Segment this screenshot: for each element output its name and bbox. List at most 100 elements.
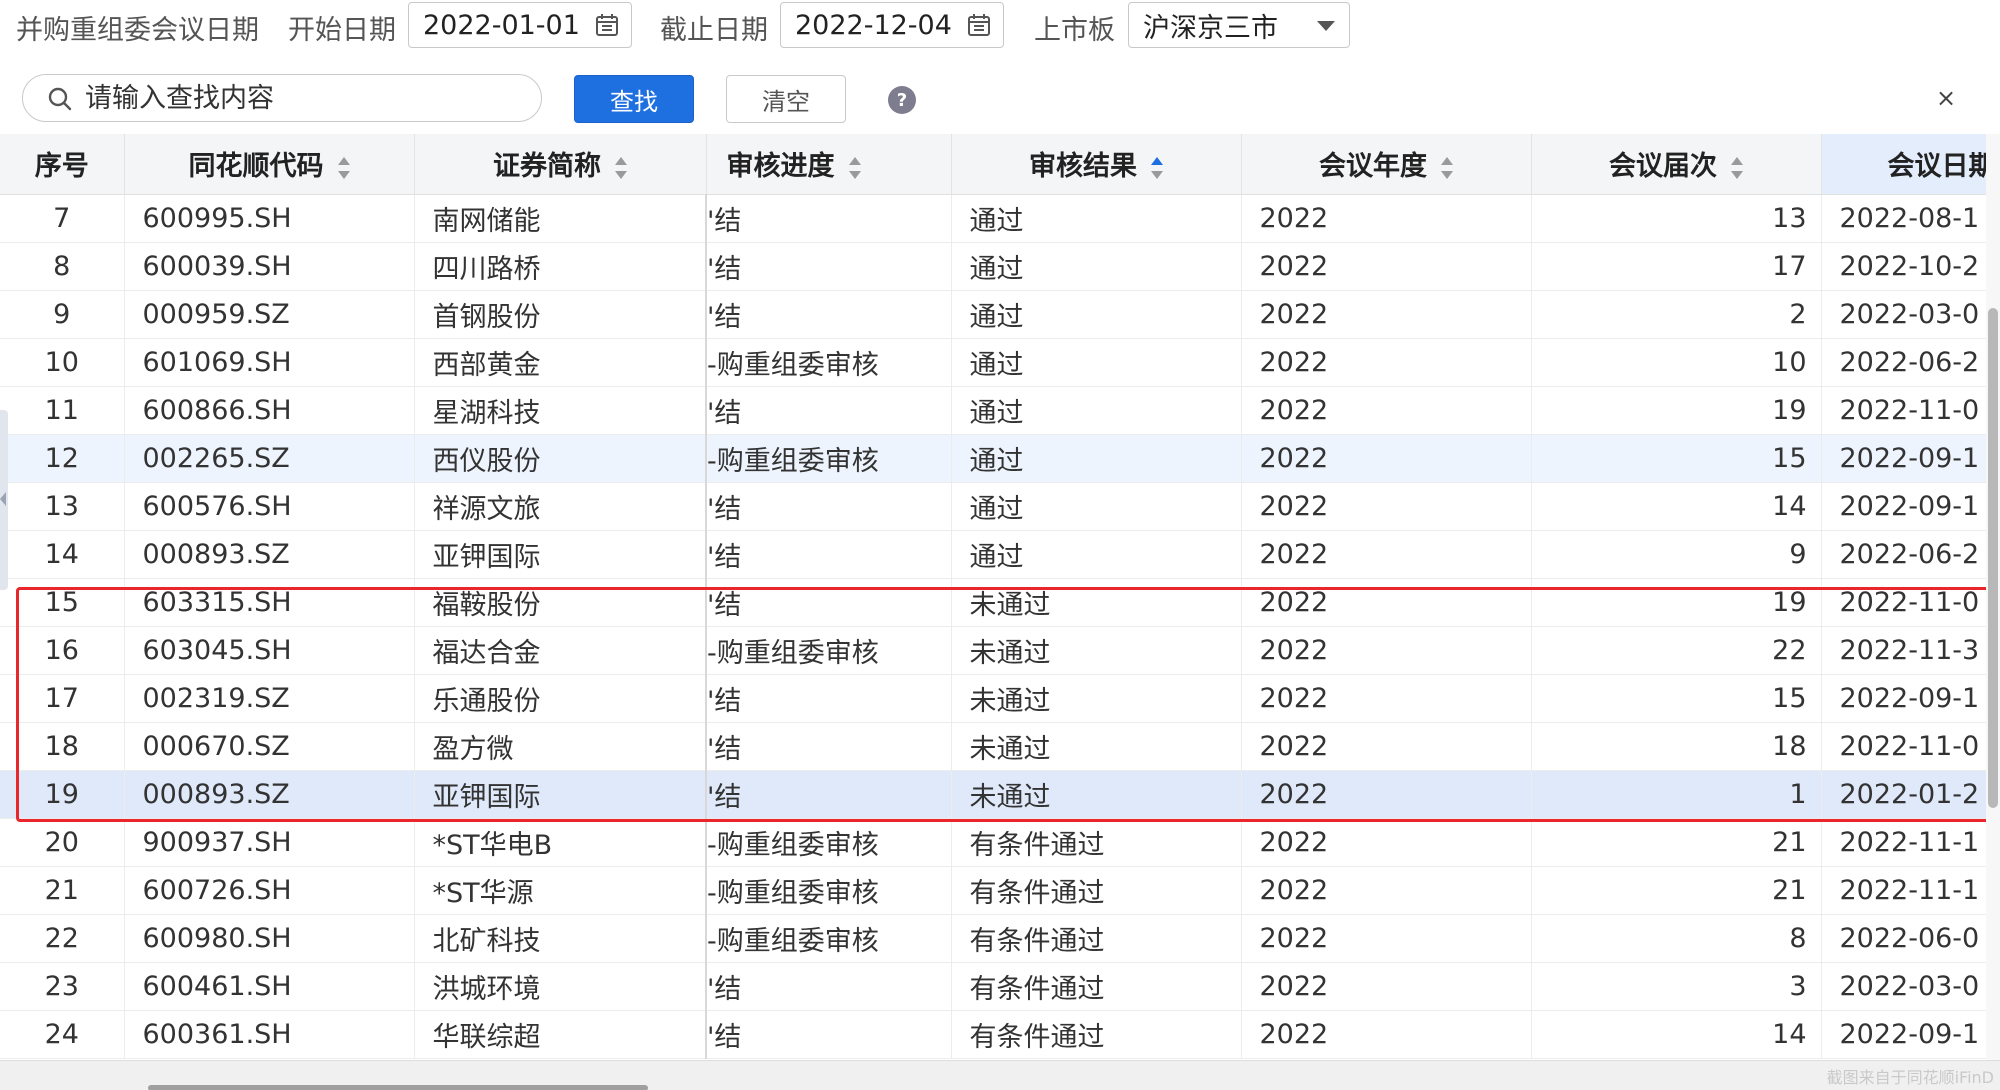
cell-result: 通过 <box>951 434 1242 483</box>
cell-year: 2022 <box>1241 914 1532 963</box>
cell-result: 未通过 <box>951 626 1242 675</box>
close-icon[interactable]: × <box>1936 84 1956 112</box>
cell-result: 通过 <box>951 242 1242 291</box>
cell-date: 2022-06-2 <box>1821 530 1986 579</box>
cell-name: 南网储能 <box>414 194 707 243</box>
table-row[interactable]: 9 000959.SZ 首钢股份 '结 通过 2022 2 2022-03-0 <box>0 290 1986 339</box>
cell-date: 2022-09-1 <box>1821 674 1986 723</box>
col-header-label: 同花顺代码 <box>188 151 324 183</box>
horizontal-scrollbar[interactable] <box>0 1060 2000 1090</box>
table-row[interactable]: 20 900937.SH *ST华电B -购重组委审核 有条件通过 2022 2… <box>0 818 1986 867</box>
col-header-label: 审核结果 <box>1029 151 1137 183</box>
side-panel-toggle[interactable] <box>0 410 8 590</box>
cell-code: 600995.SH <box>124 194 415 243</box>
cell-code: 002265.SZ <box>124 434 415 483</box>
table-row[interactable]: 15 603315.SH 福鞍股份 '结 未通过 2022 19 2022-11… <box>0 578 1986 627</box>
sort-icon[interactable] <box>615 156 627 179</box>
col-header-date[interactable]: 会议日期 <box>1821 134 1986 195</box>
sort-icon[interactable] <box>1441 156 1453 179</box>
table-row[interactable]: 21 600726.SH *ST华源 -购重组委审核 有条件通过 2022 21… <box>0 866 1986 915</box>
sort-icon[interactable] <box>337 156 350 179</box>
col-header-label: 审核进度 <box>726 151 835 183</box>
table-row[interactable]: 13 600576.SH 祥源文旅 '结 通过 2022 14 2022-09-… <box>0 482 1986 531</box>
cell-result: 有条件通过 <box>951 962 1242 1011</box>
cell-code: 000893.SZ <box>124 770 415 819</box>
cell-session: 22 <box>1531 626 1822 675</box>
cell-date: 2022-10-2 <box>1821 242 1986 291</box>
cell-date: 2022-11-0 <box>1821 386 1986 435</box>
cell-name: 洪城环境 <box>414 962 707 1011</box>
search-box[interactable] <box>22 74 542 122</box>
scrollbar-thumb[interactable] <box>148 1085 648 1090</box>
sort-asc-icon[interactable] <box>1151 156 1163 179</box>
clear-button[interactable]: 清空 <box>726 75 846 123</box>
cell-progress: '结 <box>705 770 952 819</box>
table-row[interactable]: 17 002319.SZ 乐通股份 '结 未通过 2022 15 2022-09… <box>0 674 1986 723</box>
col-header-index[interactable]: 序号 <box>0 134 125 195</box>
cell-progress: '结 <box>705 386 952 435</box>
cell-date: 2022-09-1 <box>1821 434 1986 483</box>
cell-session: 14 <box>1531 482 1822 531</box>
cell-name: 星湖科技 <box>414 386 707 435</box>
calendar-icon[interactable] <box>967 13 991 37</box>
cell-result: 通过 <box>951 338 1242 387</box>
table-row[interactable]: 16 603045.SH 福达合金 -购重组委审核 未通过 2022 22 20… <box>0 626 1986 675</box>
cell-code: 600980.SH <box>124 914 415 963</box>
cell-index: 18 <box>0 722 125 771</box>
end-date-field[interactable]: 2022-12-04 <box>780 2 1004 48</box>
cell-date: 2022-03-0 <box>1821 290 1986 339</box>
col-header-year[interactable]: 会议年度 <box>1241 134 1532 195</box>
cell-date: 2022-11-0 <box>1821 722 1986 771</box>
cell-code: 603045.SH <box>124 626 415 675</box>
cell-year: 2022 <box>1241 482 1532 531</box>
col-header-progress[interactable]: 审核进度 <box>706 134 952 195</box>
data-grid: 序号 同花顺代码 证券简称 审核进度 审核结果 会议年度 会议届次 会议日期 7… <box>0 134 1986 1060</box>
start-date-field[interactable]: 2022-01-01 <box>408 2 632 48</box>
table-row-selected[interactable]: 19 000893.SZ 亚钾国际 '结 未通过 2022 1 2022-01-… <box>0 770 1986 819</box>
market-select[interactable]: 沪深京三市 <box>1128 2 1350 48</box>
cell-index: 10 <box>0 338 125 387</box>
cell-result: 未通过 <box>951 578 1242 627</box>
table-row-selected[interactable]: 12 002265.SZ 西仪股份 -购重组委审核 通过 2022 15 202… <box>0 434 1986 483</box>
cell-year: 2022 <box>1241 434 1532 483</box>
cell-year: 2022 <box>1241 962 1532 1011</box>
col-header-result[interactable]: 审核结果 <box>951 134 1242 195</box>
cell-year: 2022 <box>1241 578 1532 627</box>
cell-year: 2022 <box>1241 338 1532 387</box>
table-row[interactable]: 8 600039.SH 四川路桥 '结 通过 2022 17 2022-10-2 <box>0 242 1986 291</box>
cell-name: 亚钾国际 <box>414 770 707 819</box>
col-header-code[interactable]: 同花顺代码 <box>124 134 415 195</box>
table-row[interactable]: 18 000670.SZ 盈方微 '结 未通过 2022 18 2022-11-… <box>0 722 1986 771</box>
table-row[interactable]: 7 600995.SH 南网储能 '结 通过 2022 13 2022-08-1 <box>0 194 1986 243</box>
cell-index: 17 <box>0 674 125 723</box>
cell-name: 盈方微 <box>414 722 707 771</box>
filter-bar: 并购重组委会议日期 开始日期 2022-01-01 截止日期 2022-12-0… <box>0 0 2000 52</box>
sort-icon[interactable] <box>848 156 861 179</box>
cell-session: 14 <box>1531 1010 1822 1059</box>
table-row[interactable]: 14 000893.SZ 亚钾国际 '结 通过 2022 9 2022-06-2 <box>0 530 1986 579</box>
vertical-scrollbar[interactable] <box>1986 134 2000 1060</box>
table-row[interactable]: 22 600980.SH 北矿科技 -购重组委审核 有条件通过 2022 8 2… <box>0 914 1986 963</box>
search-input[interactable] <box>85 81 525 115</box>
calendar-icon[interactable] <box>595 13 619 37</box>
col-header-session[interactable]: 会议届次 <box>1531 134 1822 195</box>
cell-year: 2022 <box>1241 1010 1532 1059</box>
cell-progress: '结 <box>705 1010 952 1059</box>
table-row[interactable]: 10 601069.SH 西部黄金 -购重组委审核 通过 2022 10 202… <box>0 338 1986 387</box>
help-icon[interactable]: ? <box>888 86 916 114</box>
cell-code: 600461.SH <box>124 962 415 1011</box>
table-row[interactable]: 24 600361.SH 华联综超 '结 有条件通过 2022 14 2022-… <box>0 1010 1986 1059</box>
cell-session: 18 <box>1531 722 1822 771</box>
table-row[interactable]: 11 600866.SH 星湖科技 '结 通过 2022 19 2022-11-… <box>0 386 1986 435</box>
cell-code: 600866.SH <box>124 386 415 435</box>
scrollbar-thumb[interactable] <box>1988 308 1998 808</box>
search-button[interactable]: 查找 <box>574 75 694 123</box>
cell-result: 未通过 <box>951 674 1242 723</box>
sort-icon[interactable] <box>1731 156 1743 179</box>
table-row[interactable]: 23 600461.SH 洪城环境 '结 有条件通过 2022 3 2022-0… <box>0 962 1986 1011</box>
cell-date: 2022-06-2 <box>1821 338 1986 387</box>
cell-progress: '结 <box>705 290 952 339</box>
cell-index: 19 <box>0 770 125 819</box>
cell-code: 603315.SH <box>124 578 415 627</box>
col-header-name[interactable]: 证券简称 <box>414 134 707 195</box>
